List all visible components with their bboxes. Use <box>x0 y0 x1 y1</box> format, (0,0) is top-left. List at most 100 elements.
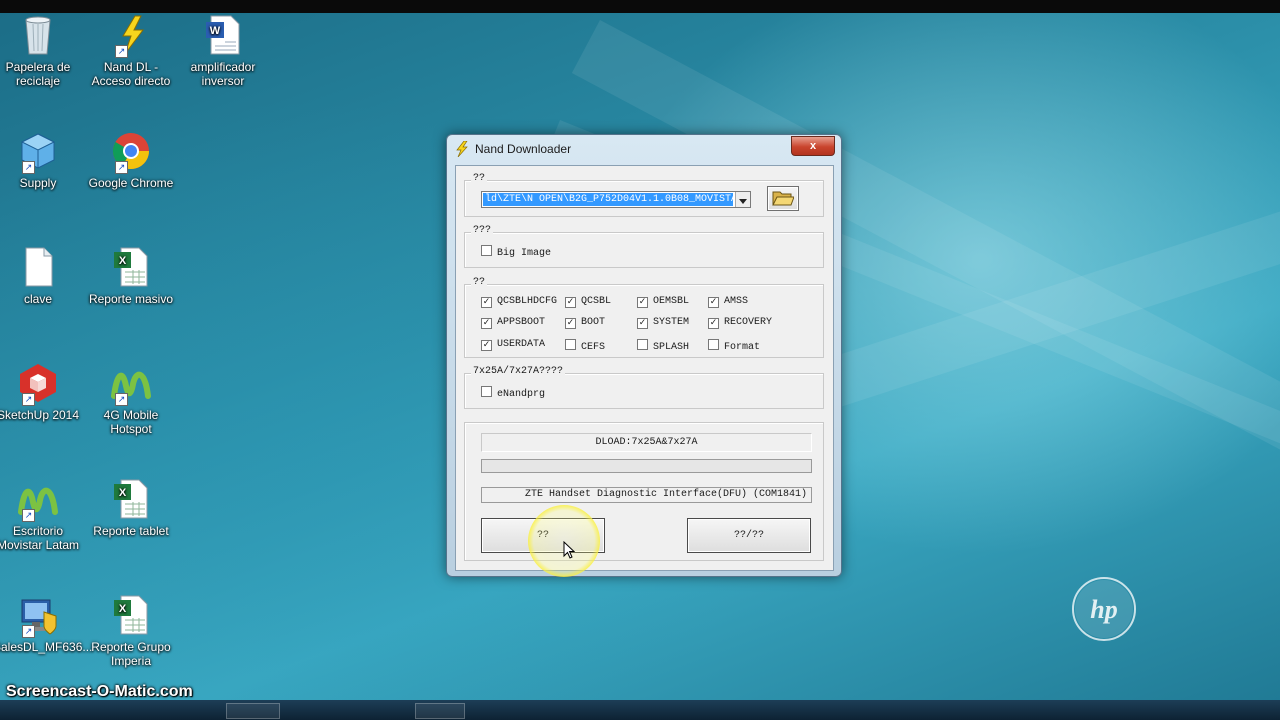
desktop-icon-amplificador[interactable]: W amplificador inversor <box>178 14 268 88</box>
movistar-icon: ↗ <box>111 362 151 406</box>
partition-checkbox-oemsbl[interactable]: ✓ OEMSBL <box>637 296 689 308</box>
enand-group: 7x25A/7x27A???? eNandprg <box>464 366 824 409</box>
desktop-icon-reporte-tablet[interactable]: X Reporte tablet <box>86 478 176 538</box>
open-folder-icon <box>772 191 795 206</box>
excel-file-icon: X <box>111 594 151 636</box>
checkbox-box[interactable] <box>708 339 719 350</box>
window-title: Nand Downloader <box>475 142 572 156</box>
browse-folder-button[interactable] <box>767 186 799 211</box>
partition-checkbox-format[interactable]: Format <box>708 339 760 353</box>
checkbox-box[interactable]: ✓ <box>481 297 492 308</box>
partition-label: BOOT <box>581 317 606 328</box>
desktop-icon-label: Supply <box>19 176 57 190</box>
checkbox-box[interactable]: ✓ <box>565 297 576 308</box>
enandprg-checkbox[interactable]: eNandprg <box>481 386 545 400</box>
checkbox-box[interactable] <box>481 386 492 397</box>
desktop-icon-4g-mobile-hotspot[interactable]: ↗ 4G Mobile Hotspot <box>86 362 176 436</box>
path-group-label: ?? <box>471 173 488 184</box>
svg-text:hp: hp <box>1090 595 1117 624</box>
partition-label: AMSS <box>724 296 749 307</box>
partition-checkbox-amss[interactable]: ✓ AMSS <box>708 296 748 308</box>
status-group: DLOAD:7x25A&7x27A ZTE Handset Diagnostic… <box>464 422 824 561</box>
nand-downloader-window[interactable]: Nand Downloader x ?? ld\ZTE\N OPEN\B2G_P… <box>446 134 842 577</box>
desktop-icon-nand-dl[interactable]: ↗ Nand DL - Acceso directo <box>86 14 176 88</box>
path-group: ?? ld\ZTE\N OPEN\B2G_P752D04V1.1.0B08_MO… <box>464 173 824 217</box>
desktop-icon-recycle-bin[interactable]: Papelera de reciclaje <box>0 14 83 88</box>
recycle-bin-icon <box>18 14 58 56</box>
taskbar-item[interactable] <box>415 703 465 719</box>
partition-label: Format <box>724 342 761 353</box>
lightning-shortcut-icon: ↗ <box>111 14 151 58</box>
desktop-icon-salesdl[interactable]: ↗ SalesDL_MF636... <box>0 594 93 654</box>
mouse-cursor-icon <box>563 540 576 565</box>
sketchup-icon: ↗ <box>18 362 58 406</box>
partition-checkbox-recovery[interactable]: ✓ RECOVERY <box>708 317 772 329</box>
checkbox-box[interactable] <box>481 245 492 256</box>
desktop-icon-reporte-grupo-imperia[interactable]: X Reporte Grupo Imperia <box>86 594 176 668</box>
stop-button[interactable]: ??/?? <box>687 518 811 553</box>
desktop-icon-label: clave <box>23 292 52 306</box>
progress-bar <box>481 459 812 473</box>
checkbox-box[interactable] <box>565 339 576 350</box>
path-combobox[interactable]: ld\ZTE\N OPEN\B2G_P752D04V1.1.0B08_MOVIS… <box>481 191 751 208</box>
checkbox-box[interactable]: ✓ <box>481 340 492 351</box>
screen-top-edge <box>0 0 1280 13</box>
partitions-group: ?? ✓ QCSBLHDCFG ✓ QCSBL ✓ OEMSBL ✓ AMSS ✓ APPSBOO… <box>464 277 824 358</box>
desktop-icon-label: SalesDL_MF636... <box>0 640 93 654</box>
desktop-icon-label: Escritorio Movistar Latam <box>0 524 80 552</box>
partition-label: CEFS <box>581 342 606 353</box>
checkbox-box[interactable]: ✓ <box>708 318 719 329</box>
svg-text:X: X <box>119 487 127 499</box>
partition-label: USERDATA <box>497 339 546 350</box>
desktop-icon-supply[interactable]: ↗ Supply <box>0 130 83 190</box>
checkbox-box[interactable]: ✓ <box>565 318 576 329</box>
svg-text:X: X <box>119 603 127 615</box>
window-client-area: ?? ld\ZTE\N OPEN\B2G_P752D04V1.1.0B08_MO… <box>455 165 834 571</box>
desktop-icon-label: Reporte masivo <box>88 292 174 306</box>
partition-checkbox-splash[interactable]: SPLASH <box>637 339 689 353</box>
partition-checkbox-cefs[interactable]: CEFS <box>565 339 605 353</box>
combobox-dropdown-button[interactable] <box>735 192 750 207</box>
mode-status-text: DLOAD:7x25A&7x27A <box>481 433 812 452</box>
close-button[interactable]: x <box>791 136 835 156</box>
enand-group-label: 7x25A/7x27A???? <box>471 366 566 377</box>
taskbar[interactable] <box>0 700 1280 720</box>
checkbox-box[interactable]: ✓ <box>708 297 719 308</box>
checkbox-box[interactable]: ✓ <box>637 318 648 329</box>
partition-checkbox-qcsbl[interactable]: ✓ QCSBL <box>565 296 611 308</box>
svg-text:W: W <box>210 25 221 37</box>
partition-label: SYSTEM <box>653 317 690 328</box>
desktop-icon-escritorio-movistar[interactable]: ↗ Escritorio Movistar Latam <box>0 478 83 552</box>
partition-checkbox-appsboot[interactable]: ✓ APPSBOOT <box>481 317 545 329</box>
partition-checkbox-boot[interactable]: ✓ BOOT <box>565 317 605 329</box>
partition-checkbox-system[interactable]: ✓ SYSTEM <box>637 317 689 329</box>
desktop-icon-label: Reporte Grupo Imperia <box>91 640 171 668</box>
taskbar-item[interactable] <box>226 703 280 719</box>
big-image-checkbox[interactable]: Big Image <box>481 245 551 259</box>
chrome-icon: ↗ <box>111 130 151 174</box>
desktop-icon-label: Google Chrome <box>88 176 174 190</box>
partition-checkbox-qcsblhdcfg[interactable]: ✓ QCSBLHDCFG <box>481 296 557 308</box>
path-value: ld\ZTE\N OPEN\B2G_P752D04V1.1.0B08_MOVIS… <box>485 194 733 205</box>
chevron-down-icon <box>739 199 747 204</box>
partition-checkbox-userdata[interactable]: ✓ USERDATA <box>481 339 545 351</box>
lightning-app-icon <box>455 140 469 162</box>
desktop-icon-sketchup[interactable]: ↗ SketchUp 2014 <box>0 362 83 422</box>
desktop-icon-label: SketchUp 2014 <box>0 408 80 422</box>
partition-label: RECOVERY <box>724 317 773 328</box>
desktop-icon-reporte-masivo[interactable]: X Reporte masivo <box>86 246 176 306</box>
checkbox-box[interactable]: ✓ <box>481 318 492 329</box>
desktop-icon-label: Nand DL - Acceso directo <box>91 60 171 88</box>
partition-label: QCSBL <box>581 296 612 307</box>
installer-icon: ↗ <box>18 594 58 638</box>
checkbox-box[interactable] <box>637 339 648 350</box>
excel-file-icon: X <box>111 478 151 520</box>
port-status-text: ZTE Handset Diagnostic Interface(DFU) (C… <box>481 487 812 503</box>
desktop-icon-google-chrome[interactable]: ↗ Google Chrome <box>86 130 176 190</box>
big-image-group: ??? Big Image <box>464 225 824 268</box>
checkbox-box[interactable]: ✓ <box>637 297 648 308</box>
desktop-icon-clave[interactable]: clave <box>0 246 83 306</box>
partitions-group-label: ?? <box>471 277 488 288</box>
big-image-group-label: ??? <box>471 225 494 236</box>
hp-logo-icon: hp <box>1072 577 1136 641</box>
